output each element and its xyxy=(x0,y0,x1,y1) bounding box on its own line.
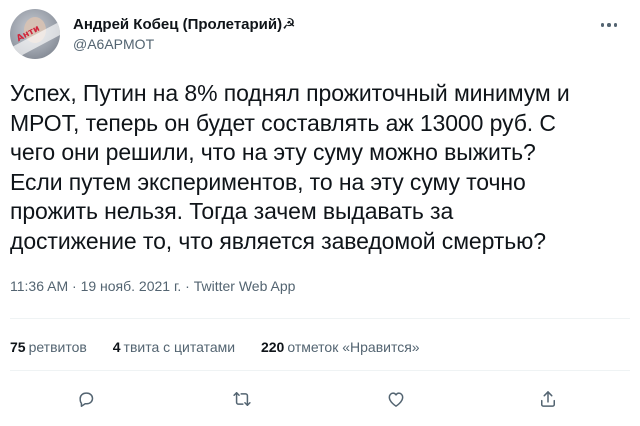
divider xyxy=(10,370,630,371)
tweet-meta: 11:36 AM · 19 нояб. 2021 г. · Twitter We… xyxy=(10,278,295,294)
more-options-icon[interactable] xyxy=(596,15,622,35)
author-display-name[interactable]: Андрей Кобец (Пролетарий)☭ xyxy=(73,15,296,34)
likes-label: отметок «Нравится» xyxy=(287,339,420,355)
likes-stat[interactable]: 220 отметок «Нравится» xyxy=(261,339,420,355)
quotes-stat[interactable]: 4 твита с цитатами xyxy=(113,339,235,355)
quotes-label: твита с цитатами xyxy=(123,339,236,355)
retweets-count: 75 xyxy=(10,339,26,355)
author-names: Андрей Кобец (Пролетарий)☭ @A6APMOT xyxy=(73,15,296,54)
tweet-actions xyxy=(0,386,640,412)
reply-icon[interactable] xyxy=(73,386,99,412)
avatar[interactable]: Анти xyxy=(10,9,60,59)
tweet-time[interactable]: 11:36 AM xyxy=(10,278,68,294)
tweet-date[interactable]: 19 нояб. 2021 г. xyxy=(81,278,182,294)
retweet-icon[interactable] xyxy=(229,386,255,412)
retweets-label: ретвитов xyxy=(28,339,87,355)
author-handle[interactable]: @A6APMOT xyxy=(73,35,296,54)
like-icon[interactable] xyxy=(383,386,409,412)
likes-count: 220 xyxy=(260,339,285,355)
tweet-stats: 75 ретвитов 4 твита с цитатами 220 отметок … xyxy=(10,339,442,355)
retweets-stat[interactable]: 75 ретвитов xyxy=(10,339,87,355)
tweet-source[interactable]: Twitter Web App xyxy=(194,278,296,294)
meta-separator: · xyxy=(72,278,77,294)
quotes-count: 4 xyxy=(112,339,121,355)
meta-separator: · xyxy=(185,278,190,294)
tweet-text: Успех, Путин на 8% поднял прожиточный ми… xyxy=(10,80,570,254)
share-icon[interactable] xyxy=(535,386,561,412)
tweet-header: Анти Андрей Кобец (Пролетарий)☭ @A6APMOT xyxy=(10,9,630,61)
divider xyxy=(10,318,630,319)
